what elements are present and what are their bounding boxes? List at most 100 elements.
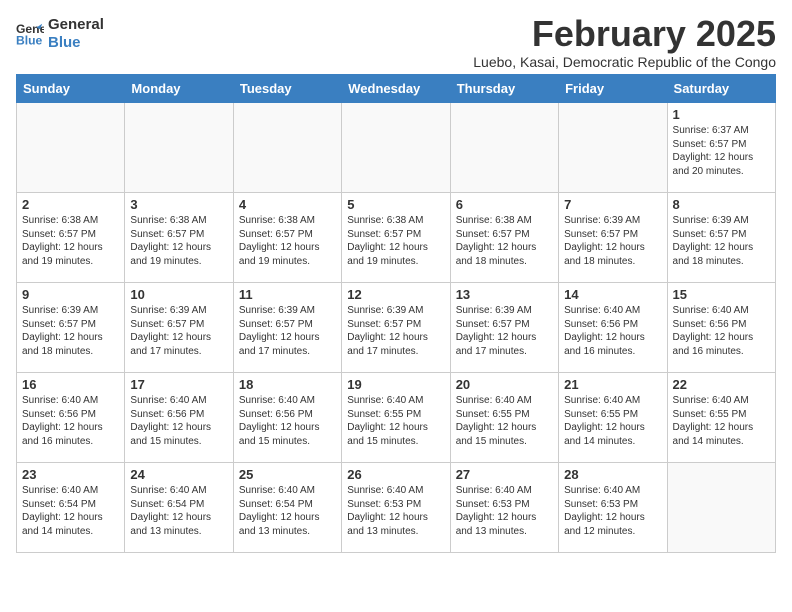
day-number: 5	[347, 197, 444, 212]
calendar-cell: 5 Sunrise: 6:38 AM Sunset: 6:57 PM Daylig…	[342, 193, 450, 283]
calendar-cell	[342, 103, 450, 193]
calendar-cell	[233, 103, 341, 193]
location: Luebo, Kasai, Democratic Republic of the…	[473, 54, 776, 70]
day-info: Sunrise: 6:40 AM Sunset: 6:55 PM Dayligh…	[456, 394, 553, 448]
calendar-cell	[450, 103, 558, 193]
calendar-cell: 24 Sunrise: 6:40 AM Sunset: 6:54 PM Dayli…	[125, 463, 233, 553]
calendar-cell: 19 Sunrise: 6:40 AM Sunset: 6:55 PM Dayli…	[342, 373, 450, 463]
weekday-monday: Monday	[125, 75, 233, 103]
weekday-friday: Friday	[559, 75, 667, 103]
calendar-cell: 23 Sunrise: 6:40 AM Sunset: 6:54 PM Dayli…	[17, 463, 125, 553]
calendar-cell: 13 Sunrise: 6:39 AM Sunset: 6:57 PM Dayli…	[450, 283, 558, 373]
weekday-tuesday: Tuesday	[233, 75, 341, 103]
calendar-cell: 14 Sunrise: 6:40 AM Sunset: 6:56 PM Dayli…	[559, 283, 667, 373]
month-title: February 2025	[473, 16, 776, 52]
day-number: 9	[22, 287, 119, 302]
day-info: Sunrise: 6:40 AM Sunset: 6:56 PM Dayligh…	[22, 394, 119, 448]
weekday-saturday: Saturday	[667, 75, 775, 103]
day-number: 18	[239, 377, 336, 392]
calendar-cell: 20 Sunrise: 6:40 AM Sunset: 6:55 PM Dayli…	[450, 373, 558, 463]
weekday-thursday: Thursday	[450, 75, 558, 103]
calendar-cell	[125, 103, 233, 193]
calendar-cell: 6 Sunrise: 6:38 AM Sunset: 6:57 PM Daylig…	[450, 193, 558, 283]
day-info: Sunrise: 6:38 AM Sunset: 6:57 PM Dayligh…	[239, 214, 336, 268]
day-info: Sunrise: 6:38 AM Sunset: 6:57 PM Dayligh…	[347, 214, 444, 268]
day-number: 17	[130, 377, 227, 392]
calendar-cell: 25Sunrise: 6:40 AM Sunset: 6:54 PM Dayli…	[233, 463, 341, 553]
day-number: 14	[564, 287, 661, 302]
week-row-2: 9 Sunrise: 6:39 AM Sunset: 6:57 PM Daylig…	[17, 283, 776, 373]
calendar-cell: 3Sunrise: 6:38 AM Sunset: 6:57 PM Daylig…	[125, 193, 233, 283]
day-info: Sunrise: 6:40 AM Sunset: 6:55 PM Dayligh…	[673, 394, 770, 448]
day-info: Sunrise: 6:40 AM Sunset: 6:54 PM Dayligh…	[239, 484, 336, 538]
calendar-cell: 28Sunrise: 6:40 AM Sunset: 6:53 PM Dayli…	[559, 463, 667, 553]
calendar-table: SundayMondayTuesdayWednesdayThursdayFrid…	[16, 74, 776, 553]
logo: General Blue General Blue	[16, 16, 104, 52]
calendar-cell: 22Sunrise: 6:40 AM Sunset: 6:55 PM Dayli…	[667, 373, 775, 463]
logo-general: General	[48, 16, 104, 34]
day-number: 13	[456, 287, 553, 302]
day-info: Sunrise: 6:39 AM Sunset: 6:57 PM Dayligh…	[564, 214, 661, 268]
day-number: 7	[564, 197, 661, 212]
day-number: 15	[673, 287, 770, 302]
day-info: Sunrise: 6:39 AM Sunset: 6:57 PM Dayligh…	[22, 304, 119, 358]
calendar-cell: 16 Sunrise: 6:40 AM Sunset: 6:56 PM Dayli…	[17, 373, 125, 463]
day-info: Sunrise: 6:40 AM Sunset: 6:55 PM Dayligh…	[347, 394, 444, 448]
calendar-cell: 26Sunrise: 6:40 AM Sunset: 6:53 PM Dayli…	[342, 463, 450, 553]
day-info: Sunrise: 6:39 AM Sunset: 6:57 PM Dayligh…	[347, 304, 444, 358]
week-row-4: 23 Sunrise: 6:40 AM Sunset: 6:54 PM Dayli…	[17, 463, 776, 553]
day-number: 16	[22, 377, 119, 392]
day-info: Sunrise: 6:40 AM Sunset: 6:54 PM Dayligh…	[22, 484, 119, 538]
day-info: Sunrise: 6:40 AM Sunset: 6:55 PM Dayligh…	[564, 394, 661, 448]
week-row-1: 2 Sunrise: 6:38 AM Sunset: 6:57 PM Daylig…	[17, 193, 776, 283]
title-section: February 2025 Luebo, Kasai, Democratic R…	[473, 16, 776, 70]
day-info: Sunrise: 6:39 AM Sunset: 6:57 PM Dayligh…	[456, 304, 553, 358]
calendar-cell: 17 Sunrise: 6:40 AM Sunset: 6:56 PM Dayli…	[125, 373, 233, 463]
day-info: Sunrise: 6:39 AM Sunset: 6:57 PM Dayligh…	[130, 304, 227, 358]
day-info: Sunrise: 6:40 AM Sunset: 6:56 PM Dayligh…	[564, 304, 661, 358]
logo-blue: Blue	[48, 34, 104, 52]
day-number: 23	[22, 467, 119, 482]
calendar-cell	[667, 463, 775, 553]
week-row-3: 16 Sunrise: 6:40 AM Sunset: 6:56 PM Dayli…	[17, 373, 776, 463]
calendar-cell: 12 Sunrise: 6:39 AM Sunset: 6:57 PM Dayli…	[342, 283, 450, 373]
day-number: 2	[22, 197, 119, 212]
week-row-0: 1 Sunrise: 6:37 AM Sunset: 6:57 PM Daylig…	[17, 103, 776, 193]
day-number: 19	[347, 377, 444, 392]
day-number: 10	[130, 287, 227, 302]
day-info: Sunrise: 6:40 AM Sunset: 6:56 PM Dayligh…	[239, 394, 336, 448]
page-header: General Blue General Blue February 2025 …	[16, 16, 776, 70]
day-number: 21	[564, 377, 661, 392]
day-info: Sunrise: 6:40 AM Sunset: 6:54 PM Dayligh…	[130, 484, 227, 538]
day-number: 6	[456, 197, 553, 212]
day-info: Sunrise: 6:37 AM Sunset: 6:57 PM Dayligh…	[673, 124, 770, 178]
day-info: Sunrise: 6:40 AM Sunset: 6:56 PM Dayligh…	[673, 304, 770, 358]
day-info: Sunrise: 6:38 AM Sunset: 6:57 PM Dayligh…	[130, 214, 227, 268]
day-number: 1	[673, 107, 770, 122]
calendar-cell: 21 Sunrise: 6:40 AM Sunset: 6:55 PM Dayli…	[559, 373, 667, 463]
day-info: Sunrise: 6:39 AM Sunset: 6:57 PM Dayligh…	[673, 214, 770, 268]
svg-text:Blue: Blue	[16, 33, 43, 47]
weekday-sunday: Sunday	[17, 75, 125, 103]
day-number: 4	[239, 197, 336, 212]
day-info: Sunrise: 6:40 AM Sunset: 6:53 PM Dayligh…	[564, 484, 661, 538]
day-number: 12	[347, 287, 444, 302]
day-info: Sunrise: 6:39 AM Sunset: 6:57 PM Dayligh…	[239, 304, 336, 358]
day-number: 8	[673, 197, 770, 212]
calendar-cell	[559, 103, 667, 193]
day-info: Sunrise: 6:40 AM Sunset: 6:53 PM Dayligh…	[347, 484, 444, 538]
calendar-cell: 4 Sunrise: 6:38 AM Sunset: 6:57 PM Daylig…	[233, 193, 341, 283]
logo-icon: General Blue	[16, 20, 44, 48]
calendar-body: 1 Sunrise: 6:37 AM Sunset: 6:57 PM Daylig…	[17, 103, 776, 553]
day-info: Sunrise: 6:38 AM Sunset: 6:57 PM Dayligh…	[456, 214, 553, 268]
day-number: 24	[130, 467, 227, 482]
day-info: Sunrise: 6:40 AM Sunset: 6:56 PM Dayligh…	[130, 394, 227, 448]
calendar-cell: 15 Sunrise: 6:40 AM Sunset: 6:56 PM Dayli…	[667, 283, 775, 373]
calendar-cell: 8 Sunrise: 6:39 AM Sunset: 6:57 PM Daylig…	[667, 193, 775, 283]
weekday-wednesday: Wednesday	[342, 75, 450, 103]
day-number: 20	[456, 377, 553, 392]
day-number: 11	[239, 287, 336, 302]
calendar-cell	[17, 103, 125, 193]
day-info: Sunrise: 6:40 AM Sunset: 6:53 PM Dayligh…	[456, 484, 553, 538]
calendar-cell: 7 Sunrise: 6:39 AM Sunset: 6:57 PM Daylig…	[559, 193, 667, 283]
